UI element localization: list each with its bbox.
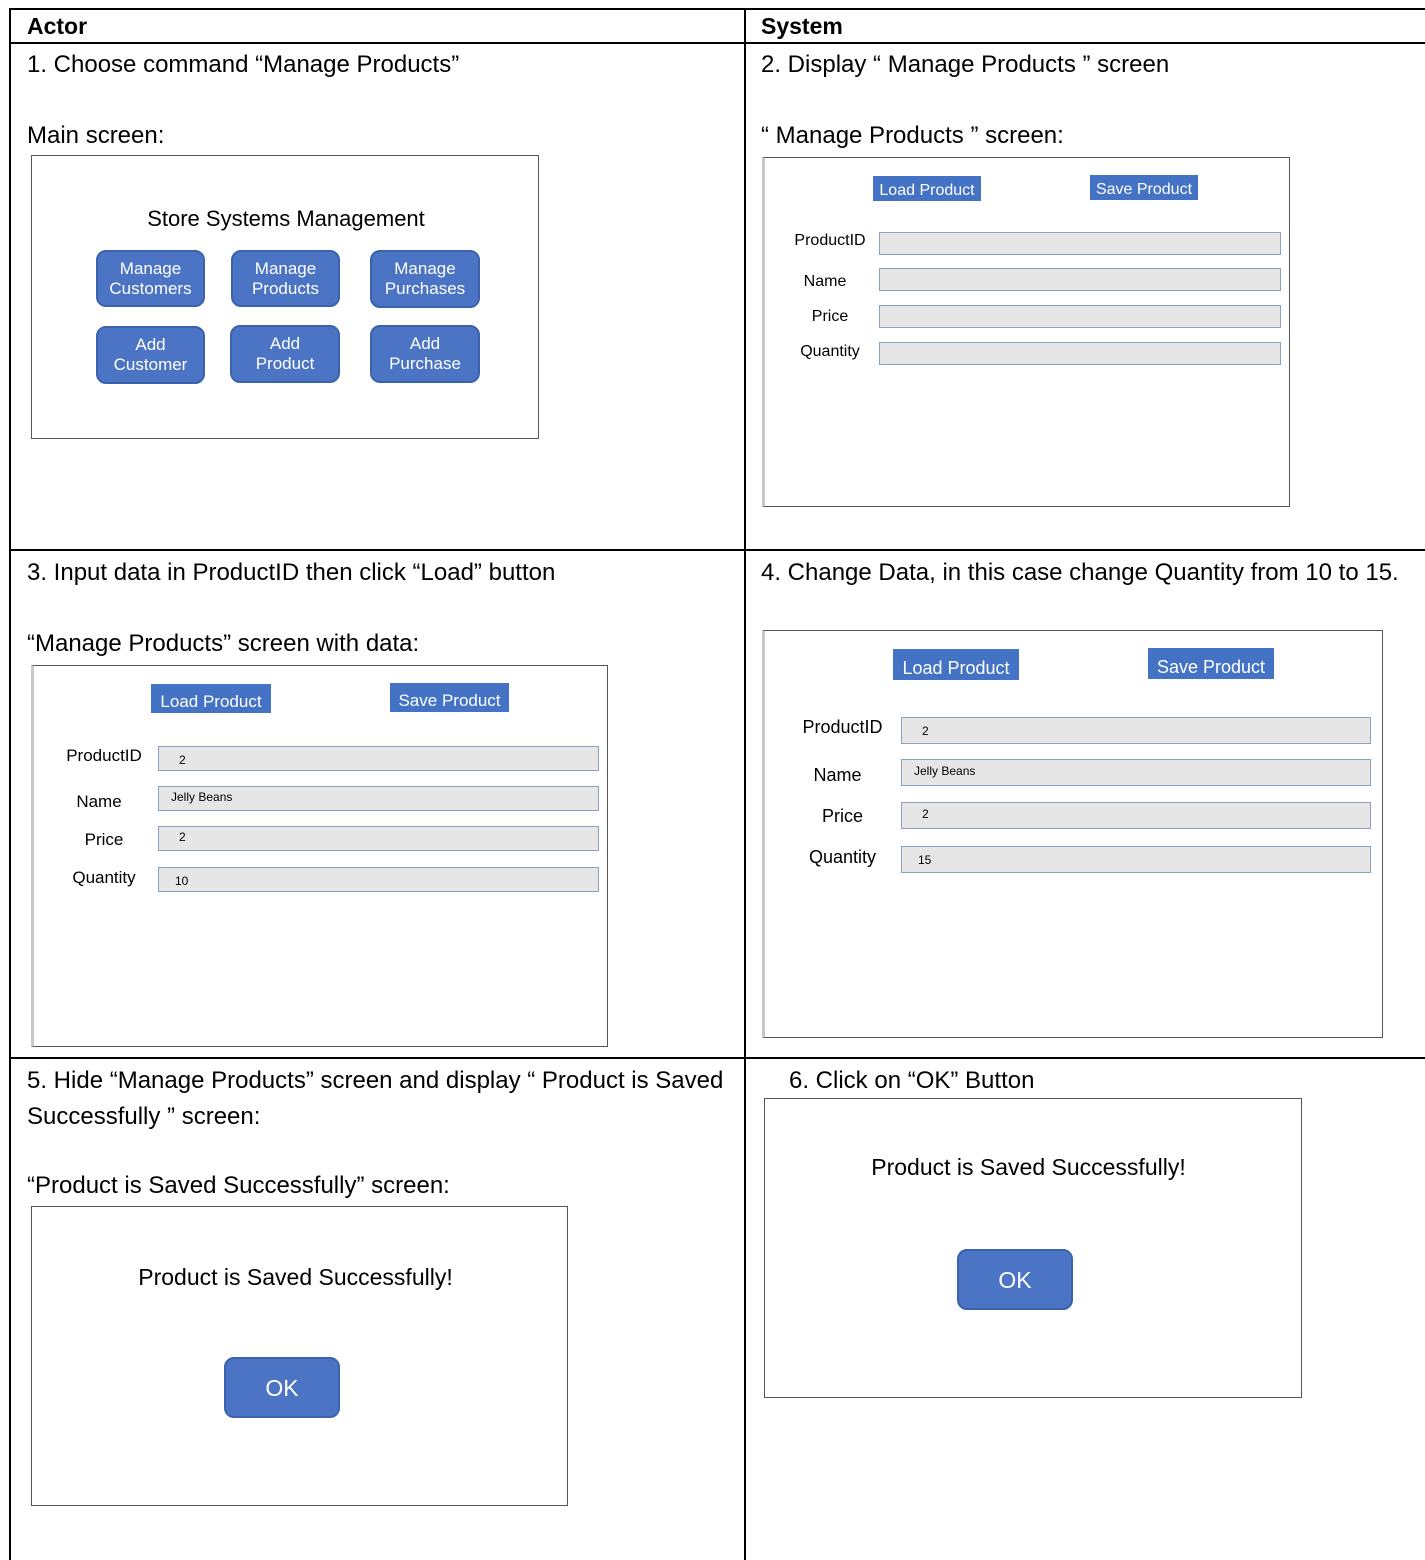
save-product-button[interactable]: Save Product — [1148, 648, 1274, 679]
step-1-caption: Main screen: — [27, 122, 165, 149]
productid-field[interactable]: 2 — [901, 717, 1371, 744]
price-label: Price — [811, 308, 849, 325]
step-5-text: 5. Hide “Manage Products” screen and dis… — [27, 1067, 724, 1130]
ok-button[interactable]: OK — [224, 1357, 340, 1418]
step-4-text: 4. Change Data, in this case change Quan… — [761, 559, 1399, 586]
step-3-text: 3. Input data in ProductID then click “L… — [27, 559, 556, 586]
add-purchase-button[interactable]: Add Purchase — [370, 325, 480, 383]
manage-products-with-data-mockup: Load Product Save Product ProductID 2 Na… — [31, 665, 608, 1047]
name-label: Name — [76, 792, 122, 811]
price-field[interactable] — [879, 305, 1281, 328]
header-system: System — [761, 13, 843, 39]
productid-field[interactable] — [879, 232, 1281, 255]
ok-button[interactable]: OK — [957, 1249, 1073, 1310]
productid-label: ProductID — [802, 717, 883, 737]
manage-products-changed-mockup: Load Product Save Product ProductID 2 Na… — [762, 630, 1383, 1038]
price-field[interactable]: 2 — [158, 826, 599, 851]
quantity-field[interactable] — [879, 342, 1281, 365]
step-2-caption: “ Manage Products ” screen: — [761, 122, 1064, 149]
load-product-button[interactable]: Load Product — [873, 176, 981, 201]
add-product-button[interactable]: Add Product — [230, 325, 340, 383]
table-left-border — [9, 8, 11, 1560]
step-1-text: 1. Choose command “Manage Products” — [27, 51, 460, 78]
price-field[interactable]: 2 — [901, 802, 1371, 829]
name-label: Name — [803, 273, 847, 290]
manage-purchases-button[interactable]: Manage Purchases — [370, 250, 480, 308]
step-3-caption: “Manage Products” screen with data: — [27, 630, 420, 657]
name-field[interactable]: Jelly Beans — [901, 759, 1371, 786]
save-product-button[interactable]: Save Product — [1090, 175, 1198, 200]
save-product-button[interactable]: Save Product — [390, 683, 509, 712]
quantity-label: Quantity — [72, 868, 136, 887]
add-customer-button[interactable]: Add Customer — [96, 326, 205, 384]
manage-products-empty-mockup: Load Product Save Product ProductID Name… — [762, 157, 1290, 507]
step-2-text: 2. Display “ Manage Products ” screen — [761, 51, 1170, 78]
saved-dialog-mockup: Product is Saved Successfully! OK — [764, 1098, 1302, 1398]
load-product-button[interactable]: Load Product — [893, 649, 1019, 680]
price-label: Price — [84, 830, 124, 849]
name-field[interactable] — [879, 268, 1281, 291]
manage-customers-button[interactable]: Manage Customers — [96, 250, 205, 307]
productid-label: ProductID — [66, 746, 142, 765]
header-row-border — [9, 42, 1425, 44]
row2-border — [9, 1057, 1425, 1059]
main-screen-mockup: Store Systems Management Manage Customer… — [31, 155, 539, 439]
step-5-caption: “Product is Saved Successfully” screen: — [27, 1172, 450, 1199]
manage-products-button[interactable]: Manage Products — [231, 250, 340, 307]
saved-message: Product is Saved Successfully! — [871, 1154, 1186, 1180]
productid-field[interactable]: 2 — [158, 746, 599, 771]
name-label: Name — [813, 765, 862, 785]
quantity-label: Quantity — [800, 343, 860, 360]
main-screen-title: Store Systems Management — [147, 206, 425, 231]
quantity-field[interactable]: 10 — [158, 867, 599, 892]
table-mid-border — [744, 8, 746, 1560]
name-field[interactable]: Jelly Beans — [158, 786, 599, 811]
header-actor: Actor — [27, 13, 88, 39]
productid-label: ProductID — [794, 232, 866, 249]
saved-dialog-mockup: Product is Saved Successfully! OK — [31, 1206, 568, 1506]
quantity-field[interactable]: 15 — [901, 846, 1371, 873]
saved-message: Product is Saved Successfully! — [138, 1264, 453, 1290]
price-label: Price — [821, 806, 863, 826]
load-product-button[interactable]: Load Product — [151, 684, 271, 713]
quantity-label: Quantity — [808, 847, 877, 867]
step-6-text: 6. Click on “OK” Button — [789, 1067, 1035, 1094]
table-top-border — [9, 8, 1425, 10]
row1-border — [9, 549, 1425, 551]
